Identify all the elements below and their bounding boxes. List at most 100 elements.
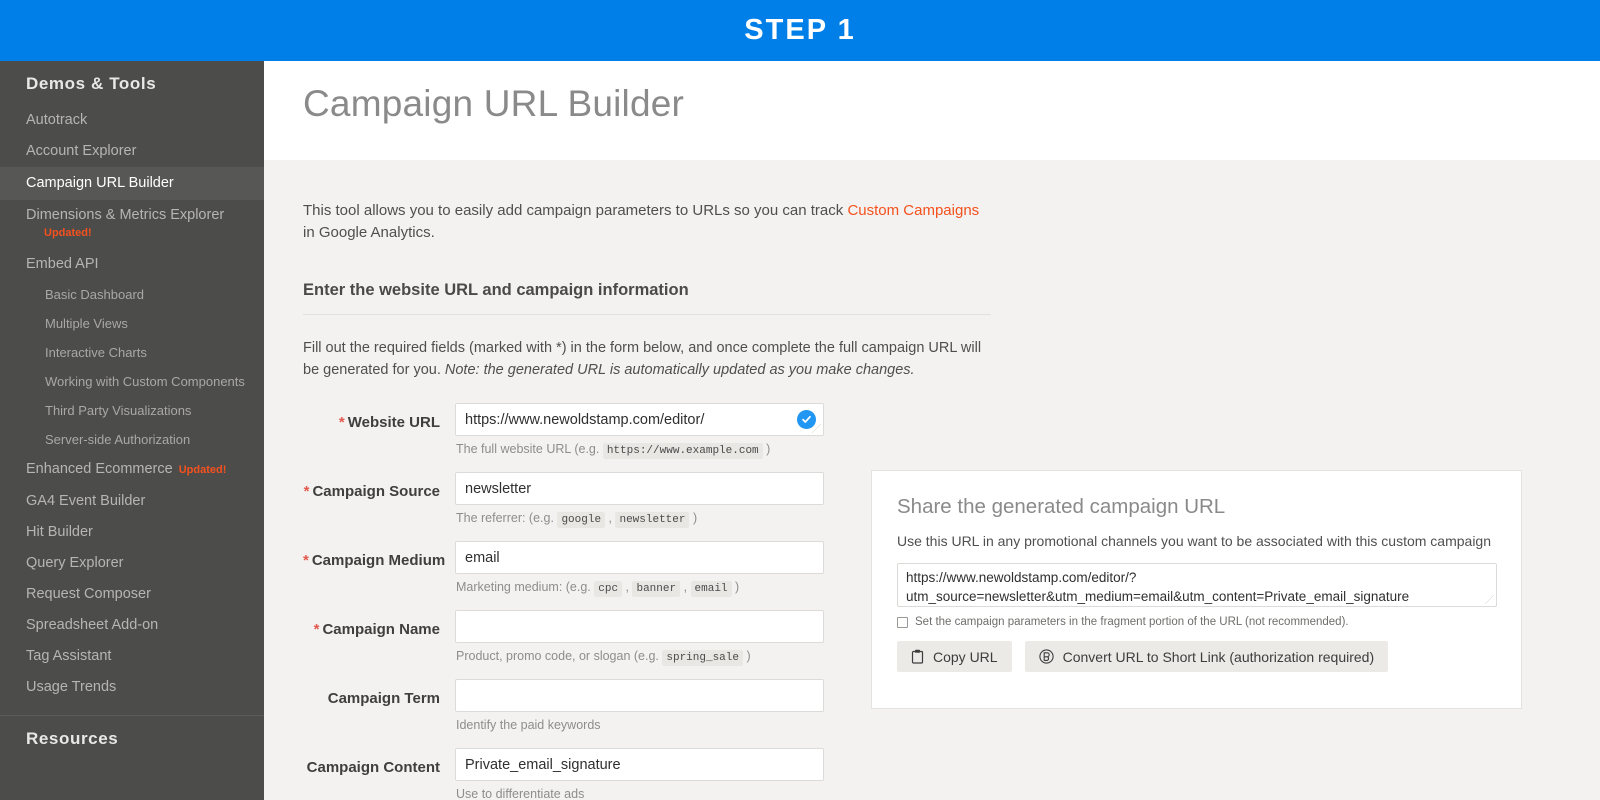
sidebar-item-embed-api[interactable]: Embed API xyxy=(0,249,264,280)
sidebar-item-label: Tag Assistant xyxy=(26,648,112,664)
short-link-icon xyxy=(1038,649,1054,664)
sidebar-item-query-explorer[interactable]: Query Explorer xyxy=(0,548,264,579)
sidebar-item-label: Account Explorer xyxy=(26,143,137,159)
field-label-text: Campaign Source xyxy=(312,483,440,500)
sidebar-item-request-composer[interactable]: Request Composer xyxy=(0,579,264,610)
hint-code-sample: google xyxy=(557,512,606,528)
convert-short-link-label: Convert URL to Short Link (authorization… xyxy=(1062,648,1375,665)
campaign-term-input[interactable] xyxy=(455,679,824,712)
convert-short-link-button[interactable]: Convert URL to Short Link (authorization… xyxy=(1024,641,1389,672)
sidebar: Demos & Tools Autotrack Account Explorer C… xyxy=(0,61,264,800)
step-banner-label: STEP 1 xyxy=(744,14,856,46)
sidebar-item-ga4-event-builder[interactable]: GA4 Event Builder xyxy=(0,486,264,517)
campaign-content-hint: Use to differentiate ads xyxy=(456,787,585,800)
sidebar-item-enhanced-ecommerce[interactable]: Enhanced Ecommerce Updated! xyxy=(0,454,264,486)
step-banner: STEP 1 xyxy=(0,0,1600,61)
sidebar-item-account-explorer[interactable]: Account Explorer xyxy=(0,136,264,167)
field-label-text: Website URL xyxy=(347,414,440,431)
sidebar-item-spreadsheet-add-on[interactable]: Spreadsheet Add-on xyxy=(0,610,264,641)
website-url-hint: The full website URL (e.g. https://www.e… xyxy=(456,442,771,459)
field-label-campaign-source: * Campaign Source xyxy=(303,472,455,500)
campaign-content-input[interactable] xyxy=(455,748,824,781)
share-panel-title: Share the generated campaign URL xyxy=(897,495,1226,518)
field-column: Identify the paid keywords xyxy=(455,679,824,748)
sidebar-item-label: Hit Builder xyxy=(26,524,93,540)
copy-url-button[interactable]: Copy URL xyxy=(897,641,1012,672)
hint-code-sample: spring_sale xyxy=(662,650,743,666)
field-label-campaign-medium: * Campaign Medium xyxy=(303,541,455,569)
instructions-paragraph: Fill out the required fields (marked wit… xyxy=(303,337,983,381)
intro-paragraph: This tool allows you to easily add campa… xyxy=(303,200,983,244)
custom-campaigns-link[interactable]: Custom Campaigns xyxy=(847,202,979,219)
sidebar-item-interactive-charts[interactable]: Interactive Charts xyxy=(0,338,264,367)
campaign-source-input[interactable] xyxy=(455,472,824,505)
clipboard-icon xyxy=(911,649,924,664)
campaign-medium-hint: Marketing medium: (e.g. cpc , banner , e… xyxy=(456,580,740,597)
sidebar-item-label: Spreadsheet Add-on xyxy=(26,617,159,633)
sidebar-item-label: GA4 Event Builder xyxy=(26,493,146,509)
sidebar-heading: Demos & Tools xyxy=(26,74,157,93)
sidebar-item-label: Server-side Authorization xyxy=(45,432,191,447)
sidebar-item-working-with-custom-components[interactable]: Working with Custom Components xyxy=(0,367,264,396)
campaign-name-input[interactable] xyxy=(455,610,824,643)
generated-url-textarea[interactable] xyxy=(897,563,1497,607)
sidebar-item-label: Enhanced Ecommerce xyxy=(26,461,173,477)
sidebar-item-tag-assistant[interactable]: Tag Assistant xyxy=(0,641,264,672)
hint-code-sample: email xyxy=(690,581,732,597)
sidebar-item-dimensions-metrics-explorer[interactable]: Dimensions & Metrics Explorer Updated! xyxy=(0,200,264,249)
sidebar-item-autotrack[interactable]: Autotrack xyxy=(0,105,264,136)
field-label-text: Campaign Medium xyxy=(311,552,446,569)
sidebar-item-label: Embed API xyxy=(26,256,99,272)
hint-code-sample: banner xyxy=(632,581,681,597)
sidebar-item-label: Third Party Visualizations xyxy=(45,403,192,418)
sidebar-item-label: Interactive Charts xyxy=(45,345,147,360)
field-label-campaign-term: Campaign Term xyxy=(303,679,455,707)
required-marker: * xyxy=(338,414,345,431)
sidebar-item-usage-trends[interactable]: Usage Trends xyxy=(0,672,264,703)
sidebar-item-basic-dashboard[interactable]: Basic Dashboard xyxy=(0,280,264,309)
hint-code-sample: cpc xyxy=(594,581,623,597)
field-label-text: Campaign Term xyxy=(327,690,440,707)
sidebar-item-campaign-url-builder[interactable]: Campaign URL Builder xyxy=(0,167,264,200)
intro-text-after: in Google Analytics. xyxy=(303,224,435,241)
sidebar-item-third-party-visualizations[interactable]: Third Party Visualizations xyxy=(0,396,264,425)
field-row: *Website URLThe full website URL (e.g. h… xyxy=(303,403,1600,472)
required-marker: * xyxy=(303,552,309,569)
valid-check-icon xyxy=(797,410,816,429)
website-url-input[interactable] xyxy=(455,403,824,436)
sidebar-item-server-side-authorization[interactable]: Server-side Authorization xyxy=(0,425,264,454)
campaign-source-hint: The referrer: (e.g. google , newsletter … xyxy=(456,511,698,528)
field-column: Use to differentiate ads xyxy=(455,748,824,800)
field-label-campaign-name: * Campaign Name xyxy=(303,610,455,638)
field-label-website-url: * Website URL xyxy=(303,403,455,431)
sidebar-item-label: Campaign URL Builder xyxy=(26,175,174,191)
fragment-checkbox-label: Set the campaign parameters in the fragm… xyxy=(915,616,1349,628)
field-column: Marketing medium: (e.g. cpc , banner , e… xyxy=(455,541,824,610)
section-title: Enter the website URL and campaign infor… xyxy=(303,281,689,299)
fragment-option-row[interactable]: Set the campaign parameters in the fragm… xyxy=(897,616,1496,628)
copy-url-label: Copy URL xyxy=(933,648,998,665)
main-content: Campaign URL Builder This tool allows yo… xyxy=(264,61,1600,800)
field-label-campaign-content: Campaign Content xyxy=(303,748,455,776)
required-marker: * xyxy=(313,621,320,638)
sidebar-item-label: Basic Dashboard xyxy=(45,287,144,302)
sidebar-resources-heading: Resources xyxy=(26,729,119,748)
hint-code-sample: https://www.example.com xyxy=(602,443,763,459)
field-row: Campaign Content Use to differentiate ads xyxy=(303,748,1600,800)
sidebar-item-label: Usage Trends xyxy=(26,679,117,695)
fragment-checkbox[interactable] xyxy=(897,616,908,628)
field-column: The referrer: (e.g. google , newsletter … xyxy=(455,472,824,541)
campaign-medium-input[interactable] xyxy=(455,541,824,574)
sidebar-item-multiple-views[interactable]: Multiple Views xyxy=(0,309,264,338)
hint-code-sample: newsletter xyxy=(615,512,690,528)
sidebar-item-updated-badge: Updated! xyxy=(44,227,92,239)
share-panel: Share the generated campaign URL Use thi… xyxy=(871,470,1522,709)
instructions-note: Note: the generated URL is automatically… xyxy=(444,362,915,378)
sidebar-item-label: Autotrack xyxy=(26,112,88,128)
page-header: Campaign URL Builder xyxy=(264,61,1600,160)
page-title: Campaign URL Builder xyxy=(303,83,685,124)
sidebar-item-hit-builder[interactable]: Hit Builder xyxy=(0,517,264,548)
required-marker: * xyxy=(303,483,310,500)
sidebar-item-label: Working with Custom Components xyxy=(45,374,245,389)
section-divider xyxy=(303,314,991,315)
